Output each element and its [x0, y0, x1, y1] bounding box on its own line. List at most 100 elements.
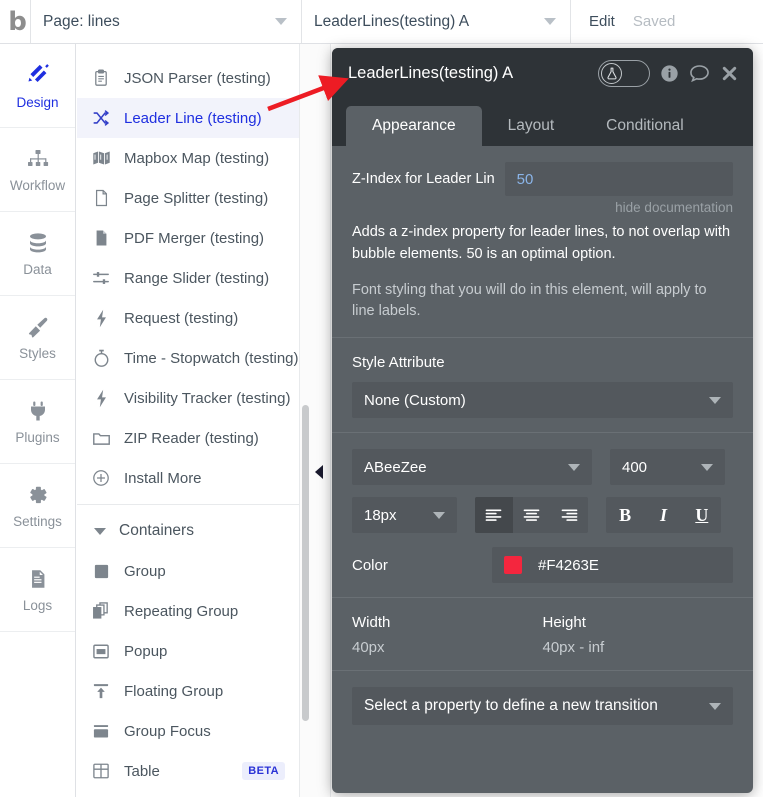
sliders-icon [91, 269, 111, 287]
font-family-select[interactable]: ABeeZee [352, 449, 592, 485]
rail-item-design[interactable]: Design [0, 44, 75, 128]
rail-item-logs[interactable]: Logs [0, 548, 75, 632]
list-item-label: Mapbox Map (testing) [124, 149, 270, 167]
rail-label: Data [23, 261, 52, 277]
text-style-group: B I U [606, 497, 721, 533]
section-transition: Select a property to define a new transi… [332, 671, 753, 739]
vertical-scrollbar[interactable] [302, 405, 309, 721]
rail-label: Styles [19, 345, 56, 361]
collapse-left-icon[interactable] [312, 464, 326, 480]
list-item-label: Install More [124, 469, 202, 487]
list-item[interactable]: ZIP Reader (testing) [77, 418, 299, 458]
color-swatch[interactable] [504, 556, 522, 574]
flask-toggle[interactable] [598, 60, 650, 87]
rail-label: Logs [22, 597, 53, 613]
database-icon [29, 232, 46, 252]
tab-layout[interactable]: Layout [482, 106, 581, 146]
list-item[interactable]: Mapbox Map (testing) [77, 138, 299, 178]
list-item[interactable]: Popup [77, 631, 299, 671]
section-style-attribute: Style Attribute None (Custom) [332, 338, 753, 433]
list-item[interactable]: Group Focus [77, 711, 299, 751]
zindex-row: Z-Index for Leader Lin 50 [352, 162, 733, 196]
list-item-label: Group Focus [124, 722, 211, 740]
list-item[interactable]: Visibility Tracker (testing) [77, 378, 299, 418]
rail-item-settings[interactable]: Settings [0, 464, 75, 548]
font-family-value: ABeeZee [364, 458, 427, 476]
zindex-input[interactable]: 50 [504, 162, 733, 196]
color-field[interactable]: #F4263E [492, 547, 733, 583]
list-item-label: Request (testing) [124, 309, 239, 327]
list-item-table[interactable]: Table BETA [77, 751, 299, 791]
page-dropdown[interactable]: Page: lines [31, 0, 301, 43]
height-column: Height 40px - inf [543, 614, 734, 656]
element-dropdown-label: LeaderLines(testing) A [314, 12, 470, 30]
text-align-group [475, 497, 588, 533]
rail-item-workflow[interactable]: Workflow [0, 128, 75, 212]
list-item[interactable]: Group [77, 551, 299, 591]
hide-documentation-link[interactable]: hide documentation [352, 200, 733, 215]
list-item[interactable]: JSON Parser (testing) [77, 58, 299, 98]
list-item-leader-line[interactable]: Leader Line (testing) [77, 98, 299, 138]
section-font: ABeeZee 400 18px B I U Color #F4263E [332, 433, 753, 598]
stack-icon [91, 602, 111, 620]
list-item-label: ZIP Reader (testing) [124, 429, 259, 447]
align-right-icon[interactable] [550, 497, 588, 533]
color-hex-value: #F4263E [538, 556, 599, 574]
list-item[interactable]: Range Slider (testing) [77, 258, 299, 298]
italic-button[interactable]: I [644, 497, 682, 533]
close-icon[interactable] [720, 64, 739, 83]
stopwatch-icon [91, 349, 111, 368]
comment-icon[interactable] [689, 64, 710, 83]
font-size-select[interactable]: 18px [352, 497, 457, 533]
file-filled-icon [91, 229, 111, 247]
list-item-label: Page Splitter (testing) [124, 189, 269, 207]
list-item[interactable]: Page Splitter (testing) [77, 178, 299, 218]
list-item[interactable]: PDF Merger (testing) [77, 218, 299, 258]
list-item-label: Table [124, 762, 160, 780]
font-weight-select[interactable]: 400 [610, 449, 725, 485]
bubble-logo[interactable]: b [0, 0, 30, 43]
list-item-label: Group [124, 562, 166, 580]
tab-conditional[interactable]: Conditional [580, 106, 710, 146]
edit-button[interactable]: Edit [589, 13, 615, 30]
transition-placeholder: Select a property to define a new transi… [364, 697, 658, 714]
style-attribute-select[interactable]: None (Custom) [352, 382, 733, 418]
format-row: 18px B I U [352, 497, 733, 533]
height-value: 40px - inf [542, 639, 605, 656]
panel-title: LeaderLines(testing) A [348, 64, 514, 82]
list-item[interactable]: Time - Stopwatch (testing) [77, 338, 299, 378]
list-section-containers[interactable]: Containers [77, 511, 299, 551]
font-size-value: 18px [364, 506, 397, 524]
list-item[interactable]: Request (testing) [77, 298, 299, 338]
tab-appearance[interactable]: Appearance [346, 106, 482, 146]
list-item-label: Visibility Tracker (testing) [124, 389, 291, 407]
bold-label: B [619, 504, 632, 525]
list-item[interactable]: Repeating Group [77, 591, 299, 631]
list-item-install-more[interactable]: Install More [77, 458, 299, 498]
align-center-icon[interactable] [513, 497, 551, 533]
info-icon[interactable] [660, 64, 679, 83]
font-row: ABeeZee 400 [352, 449, 733, 485]
documentation-text: Adds a z-index property for leader lines… [352, 224, 731, 262]
zindex-label: Z-Index for Leader Lin [352, 171, 495, 187]
underline-button[interactable]: U [683, 497, 721, 533]
align-left-icon[interactable] [475, 497, 513, 533]
bold-button[interactable]: B [606, 497, 644, 533]
height-label: Height [542, 614, 586, 631]
panel-header: LeaderLines(testing) A [332, 48, 753, 99]
list-item-label: Time - Stopwatch (testing) [124, 349, 299, 367]
rail-item-data[interactable]: Data [0, 212, 75, 296]
list-item-label: JSON Parser (testing) [124, 69, 271, 87]
panel-tab-bar: Appearance Layout Conditional [332, 99, 753, 146]
transition-select[interactable]: Select a property to define a new transi… [352, 687, 733, 725]
section-label: Containers [119, 522, 194, 539]
element-dropdown[interactable]: LeaderLines(testing) A [302, 0, 570, 43]
list-item-label: Popup [124, 642, 168, 660]
rail-item-styles[interactable]: Styles [0, 296, 75, 380]
list-item[interactable]: Floating Group [77, 671, 299, 711]
list-item-install-more[interactable]: Install More [77, 791, 299, 797]
float-up-icon [91, 682, 111, 700]
left-nav-rail: Design Workflow Data Styles Plugins Sett… [0, 44, 76, 797]
bolt-icon [91, 389, 111, 408]
rail-item-plugins[interactable]: Plugins [0, 380, 75, 464]
